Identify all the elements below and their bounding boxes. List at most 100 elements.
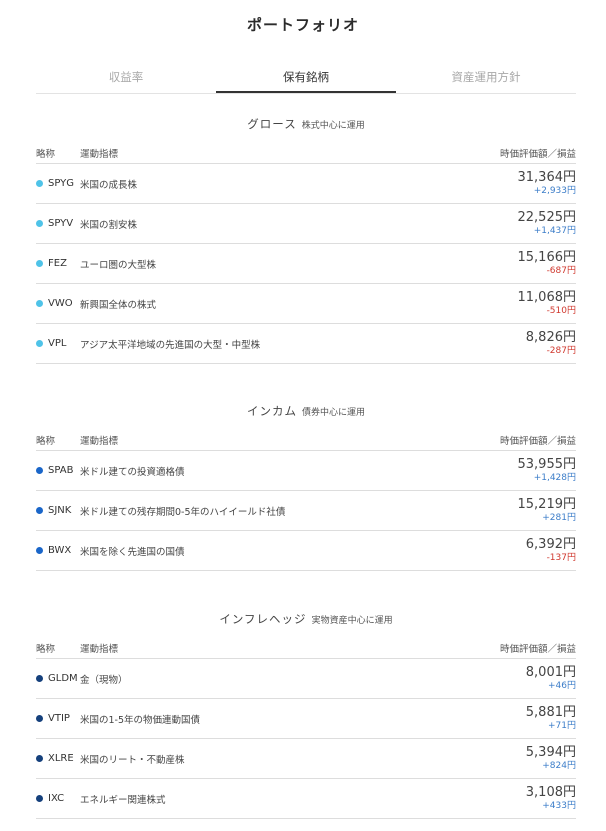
holding-values: 5,881円 +71円 <box>526 705 576 732</box>
holding-values: 53,955円 +1,428円 <box>518 457 577 484</box>
category-dot-icon <box>36 180 43 187</box>
tab-holdings[interactable]: 保有銘柄 <box>216 62 396 93</box>
section-growth: グロース 株式中心に運用 略称 運動指標 時価評価額／損益 SPYG 米国の成長株… <box>36 116 576 364</box>
holding-values: 3,108円 +433円 <box>526 785 576 812</box>
column-abbr: 略称 <box>36 148 56 160</box>
holding-row[interactable]: XLRE 米国のリート・不動産株 5,394円 +824円 <box>36 739 576 779</box>
holding-pl: -687円 <box>546 266 576 276</box>
holding-pl: +71円 <box>548 721 576 731</box>
holding-description: ユーロ圏の大型株 <box>80 259 157 271</box>
holding-values: 8,826円 -287円 <box>526 330 576 357</box>
holding-pl: +2,933円 <box>533 186 576 196</box>
holding-description: エネルギー関連株式 <box>80 794 166 806</box>
holding-row[interactable]: SJNK 米ドル建ての残存期間0-5年のハイイールド社債 15,219円 +28… <box>36 491 576 531</box>
holding-description: 新興国全体の株式 <box>80 299 157 311</box>
column-header: 略称 運動指標 時価評価額／損益 <box>36 142 576 164</box>
section-header: インカム 債券中心に運用 <box>36 403 576 423</box>
holding-value: 6,392円 <box>525 537 576 552</box>
section-subtitle: 実物資産中心に運用 <box>311 616 393 626</box>
holding-ticker: FEZ <box>48 258 67 269</box>
category-dot-icon <box>36 795 43 802</box>
category-dot-icon <box>36 547 43 554</box>
holding-pl: +1,437円 <box>533 226 576 236</box>
column-abbr: 略称 <box>36 643 56 655</box>
holding-value: 3,108円 <box>525 785 576 800</box>
holding-ticker: VTIP <box>48 713 70 724</box>
tab-return[interactable]: 収益率 <box>36 62 216 93</box>
holding-values: 22,525円 +1,437円 <box>518 210 577 237</box>
category-dot-icon <box>36 507 43 514</box>
holding-values: 8,001円 +46円 <box>526 665 576 692</box>
column-value: 時価評価額／損益 <box>499 435 576 447</box>
holding-row[interactable]: SPYG 米国の成長株 31,364円 +2,933円 <box>36 164 576 204</box>
holding-value: 5,881円 <box>525 705 576 720</box>
holding-value: 22,525円 <box>517 210 577 225</box>
holding-description: 金（現物） <box>80 674 128 686</box>
category-dot-icon <box>36 467 43 474</box>
holding-value: 11,068円 <box>517 290 577 305</box>
column-abbr: 略称 <box>36 435 56 447</box>
section-title: インフレヘッジ <box>219 612 307 626</box>
section-subtitle: 株式中心に運用 <box>301 121 365 131</box>
holding-row[interactable]: IXC エネルギー関連株式 3,108円 +433円 <box>36 779 576 819</box>
holding-value: 5,394円 <box>525 745 576 760</box>
holding-value: 8,826円 <box>525 330 576 345</box>
category-dot-icon <box>36 300 43 307</box>
holding-pl: +281円 <box>542 513 576 523</box>
holding-value: 31,364円 <box>517 170 577 185</box>
column-index: 運動指標 <box>80 148 119 160</box>
holding-values: 15,219円 +281円 <box>518 497 577 524</box>
category-dot-icon <box>36 715 43 722</box>
category-dot-icon <box>36 220 43 227</box>
holding-ticker: GLDM <box>48 673 78 684</box>
holding-value: 15,166円 <box>517 250 577 265</box>
column-header: 略称 運動指標 時価評価額／損益 <box>36 637 576 659</box>
holding-ticker: SPYV <box>48 218 74 229</box>
tab-policy[interactable]: 資産運用方針 <box>396 62 576 93</box>
holding-description: 米国の1-5年の物価連動国債 <box>80 714 201 726</box>
holding-row[interactable]: SPYV 米国の割安株 22,525円 +1,437円 <box>36 204 576 244</box>
holding-row[interactable]: VPL アジア太平洋地域の先進国の大型・中型株 8,826円 -287円 <box>36 324 576 364</box>
holding-values: 11,068円 -510円 <box>518 290 577 317</box>
column-value: 時価評価額／損益 <box>499 643 576 655</box>
holding-values: 15,166円 -687円 <box>518 250 577 277</box>
holding-pl: +1,428円 <box>533 473 576 483</box>
category-dot-icon <box>36 675 43 682</box>
section-subtitle: 債券中心に運用 <box>301 408 365 418</box>
category-dot-icon <box>36 340 43 347</box>
holding-row[interactable]: GLDM 金（現物） 8,001円 +46円 <box>36 659 576 699</box>
holding-pl: -137円 <box>546 553 576 563</box>
holding-row[interactable]: FEZ ユーロ圏の大型株 15,166円 -687円 <box>36 244 576 284</box>
column-index: 運動指標 <box>80 643 119 655</box>
holding-description: 米ドル建ての残存期間0-5年のハイイールド社債 <box>80 506 286 518</box>
holding-pl: -510円 <box>546 306 576 316</box>
holding-ticker: SPAB <box>48 465 74 476</box>
category-dot-icon <box>36 755 43 762</box>
holding-ticker: XLRE <box>48 753 74 764</box>
section-inflation-hedge: インフレヘッジ 実物資産中心に運用 略称 運動指標 時価評価額／損益 GLDM 金… <box>36 611 576 819</box>
column-index: 運動指標 <box>80 435 119 447</box>
holding-description: 米ドル建ての投資適格債 <box>80 466 185 478</box>
holding-row[interactable]: BWX 米国を除く先進国の国債 6,392円 -137円 <box>36 531 576 571</box>
holding-description: 米国のリート・不動産株 <box>80 754 185 766</box>
section-header: グロース 株式中心に運用 <box>36 116 576 136</box>
portfolio-page: ポートフォリオ 収益率 保有銘柄 資産運用方針 グロース 株式中心に運用 略称 運… <box>0 0 606 831</box>
section-header: インフレヘッジ 実物資産中心に運用 <box>36 611 576 631</box>
holding-row[interactable]: VWO 新興国全体の株式 11,068円 -510円 <box>36 284 576 324</box>
page-title: ポートフォリオ <box>246 16 359 34</box>
holding-value: 53,955円 <box>517 457 577 472</box>
section-income: インカム 債券中心に運用 略称 運動指標 時価評価額／損益 SPAB 米ドル建ての… <box>36 403 576 571</box>
holding-ticker: BWX <box>48 545 72 556</box>
tab-bar: 収益率 保有銘柄 資産運用方針 <box>36 62 576 94</box>
column-value: 時価評価額／損益 <box>499 148 576 160</box>
holding-row[interactable]: VTIP 米国の1-5年の物価連動国債 5,881円 +71円 <box>36 699 576 739</box>
holding-ticker: SPYG <box>48 178 75 189</box>
holding-value: 8,001円 <box>525 665 576 680</box>
holding-row[interactable]: SPAB 米ドル建ての投資適格債 53,955円 +1,428円 <box>36 451 576 491</box>
section-title: グロース <box>247 117 297 131</box>
holding-description: 米国を除く先進国の国債 <box>80 546 185 558</box>
holding-description: 米国の成長株 <box>80 179 138 191</box>
holding-ticker: VWO <box>48 298 73 309</box>
holding-pl: +433円 <box>542 801 576 811</box>
holding-pl: -287円 <box>546 346 576 356</box>
